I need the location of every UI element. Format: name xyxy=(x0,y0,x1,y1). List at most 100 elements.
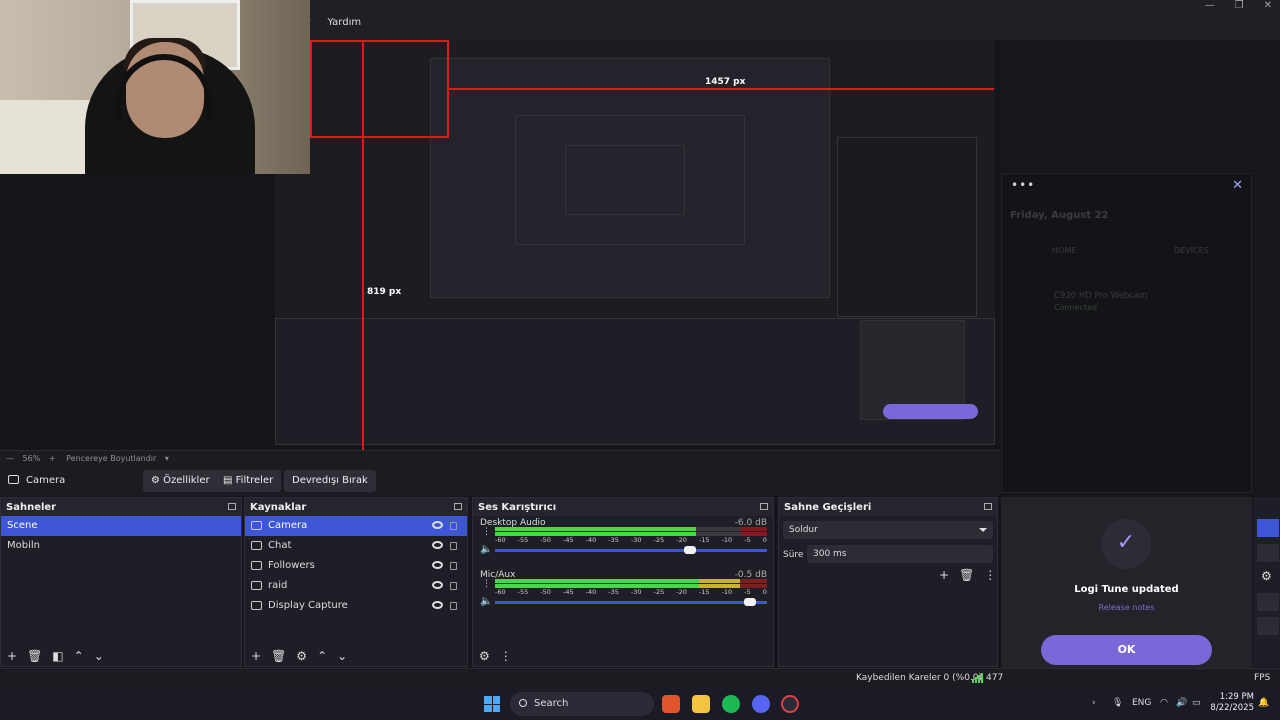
add-icon[interactable]: + xyxy=(939,568,949,582)
trash-icon[interactable]: 🗑 xyxy=(271,649,286,663)
move-up-icon[interactable]: ⌃ xyxy=(317,649,327,663)
wifi-icon[interactable]: ◠ xyxy=(1160,698,1168,708)
popout-icon[interactable] xyxy=(228,503,236,510)
zoom-out-icon[interactable]: — xyxy=(6,454,14,463)
eye-icon[interactable] xyxy=(432,521,443,529)
more-icon[interactable]: ⋮ xyxy=(482,527,491,537)
scene-item[interactable]: Scene xyxy=(1,516,241,536)
tick-label: -55 xyxy=(517,536,529,544)
brave-icon[interactable] xyxy=(662,695,680,713)
add-icon[interactable]: + xyxy=(7,649,17,663)
webcam-feed xyxy=(0,0,310,174)
battery-icon[interactable]: ▭ xyxy=(1192,698,1201,708)
source-item[interactable]: Chat xyxy=(245,536,467,556)
volume-slider[interactable] xyxy=(495,598,767,606)
obs-icon[interactable] xyxy=(781,695,799,713)
lock-icon[interactable] xyxy=(450,542,457,550)
lock-icon[interactable] xyxy=(450,522,457,530)
gear-icon[interactable]: ⚙ xyxy=(1261,569,1272,583)
popout-icon[interactable] xyxy=(984,503,992,510)
more-icon[interactable]: ⋮ xyxy=(500,649,512,663)
popout-icon[interactable] xyxy=(454,503,462,510)
ok-button[interactable]: OK xyxy=(1041,635,1212,665)
scenes-title: Sahneler xyxy=(1,498,241,516)
browser-icon xyxy=(251,540,262,550)
microphone-icon[interactable]: 🎙 xyxy=(1112,698,1123,708)
tick-label: -45 xyxy=(562,536,574,544)
slider-handle[interactable] xyxy=(744,598,757,606)
duration-input[interactable]: 300 ms xyxy=(807,545,993,563)
lock-icon[interactable] xyxy=(450,602,457,610)
add-icon[interactable]: + xyxy=(251,649,261,663)
folder-icon[interactable] xyxy=(692,695,710,713)
speaker-icon[interactable]: 🔈 xyxy=(480,544,492,555)
lock-icon[interactable] xyxy=(450,562,457,570)
meter-ticks: -60 -55 -50 -45 -40 -35 -30 -25 -20 -15 -10 -5 0 xyxy=(495,536,767,544)
zoom-in-icon[interactable]: + xyxy=(49,454,56,463)
source-item[interactable]: Display Capture xyxy=(245,596,467,616)
eye-icon[interactable] xyxy=(432,561,443,569)
windows-start-icon[interactable] xyxy=(484,696,500,712)
clock[interactable]: 1:29 PM 8/22/2025 xyxy=(1210,692,1254,714)
scene-item[interactable]: Mobiln xyxy=(1,536,241,556)
tick-label: -45 xyxy=(562,588,574,596)
maximize-icon[interactable]: ❐ xyxy=(1235,0,1244,14)
release-notes-link[interactable]: Release notes xyxy=(1001,603,1252,612)
tab-home[interactable]: HOME xyxy=(1052,246,1076,255)
volume-slider[interactable] xyxy=(495,546,767,554)
minimize-icon[interactable]: — xyxy=(1205,0,1215,14)
logi-date: Friday, August 22 xyxy=(1010,210,1109,221)
fit-window-label[interactable]: Pencereye Boyutlandır xyxy=(66,454,156,463)
source-item[interactable]: Followers xyxy=(245,556,467,576)
transition-select[interactable]: Soldur xyxy=(783,521,993,539)
discord-icon[interactable] xyxy=(752,695,770,713)
more-icon[interactable]: ⋮ xyxy=(984,568,996,582)
eye-icon[interactable] xyxy=(432,581,443,589)
spotify-icon[interactable] xyxy=(722,695,740,713)
source-item[interactable]: raid xyxy=(245,576,467,596)
slider-handle[interactable] xyxy=(684,546,697,554)
eye-icon[interactable] xyxy=(432,601,443,609)
lock-icon[interactable] xyxy=(450,582,457,590)
close-icon[interactable]: ✕ xyxy=(1264,0,1272,14)
gear-icon[interactable]: ⚙ xyxy=(296,649,307,663)
properties-button[interactable]: ⚙ Özellikler xyxy=(143,470,218,492)
volume-icon[interactable]: 🔊 xyxy=(1176,698,1187,708)
close-icon[interactable]: ✕ xyxy=(1232,178,1243,193)
status-bar: Kaybedilen Kareler 0 (%0.0) 477 FPS xyxy=(0,668,1280,688)
tray-chevron-icon[interactable]: › xyxy=(1092,698,1096,708)
tick-label: -40 xyxy=(585,588,597,596)
speaker-icon[interactable]: 🔈 xyxy=(480,596,492,607)
tick-label: -35 xyxy=(608,588,619,596)
chevron-down-icon[interactable]: ▾ xyxy=(165,454,169,463)
popout-icon[interactable] xyxy=(760,503,768,510)
trash-icon[interactable]: 🗑 xyxy=(959,568,974,582)
tick-label: -20 xyxy=(676,588,687,596)
menu-dots-icon[interactable]: ••• xyxy=(1011,178,1035,192)
selection-bounding-box[interactable] xyxy=(310,40,449,138)
move-down-icon[interactable]: ⌄ xyxy=(337,649,347,663)
selected-source-name: Camera xyxy=(26,475,66,486)
notification-bell-icon[interactable]: 🔔 xyxy=(1258,698,1269,708)
move-up-icon[interactable]: ⌃ xyxy=(74,649,84,663)
eye-icon[interactable] xyxy=(432,541,443,549)
monitor-icon xyxy=(251,600,262,610)
menu-item-help[interactable]: Yardım xyxy=(327,17,361,28)
filters-button[interactable]: ▤ Filtreler xyxy=(215,470,282,492)
tab-devices[interactable]: DEVICES xyxy=(1174,246,1209,255)
trash-icon[interactable]: 🗑 xyxy=(27,649,42,663)
tick-label: -5 xyxy=(744,588,751,596)
sources-title: Kaynaklar xyxy=(245,498,467,516)
tick-label: -60 xyxy=(495,536,506,544)
move-down-icon[interactable]: ⌄ xyxy=(94,649,104,663)
advanced-audio-icon[interactable]: ⚙ xyxy=(479,649,490,663)
tick-label: -50 xyxy=(540,536,551,544)
deactivate-button[interactable]: Devredışı Bırak xyxy=(284,470,376,492)
more-icon[interactable]: ⋮ xyxy=(482,579,491,589)
source-item[interactable]: Camera xyxy=(245,516,467,536)
check-icon: ✓ xyxy=(1101,519,1151,569)
language-indicator[interactable]: ENG xyxy=(1132,698,1151,708)
taskbar-search[interactable]: Search xyxy=(510,692,654,716)
controls-dock-partial: ⚙ xyxy=(1253,497,1280,667)
filter-icon[interactable]: ◧ xyxy=(52,649,63,663)
